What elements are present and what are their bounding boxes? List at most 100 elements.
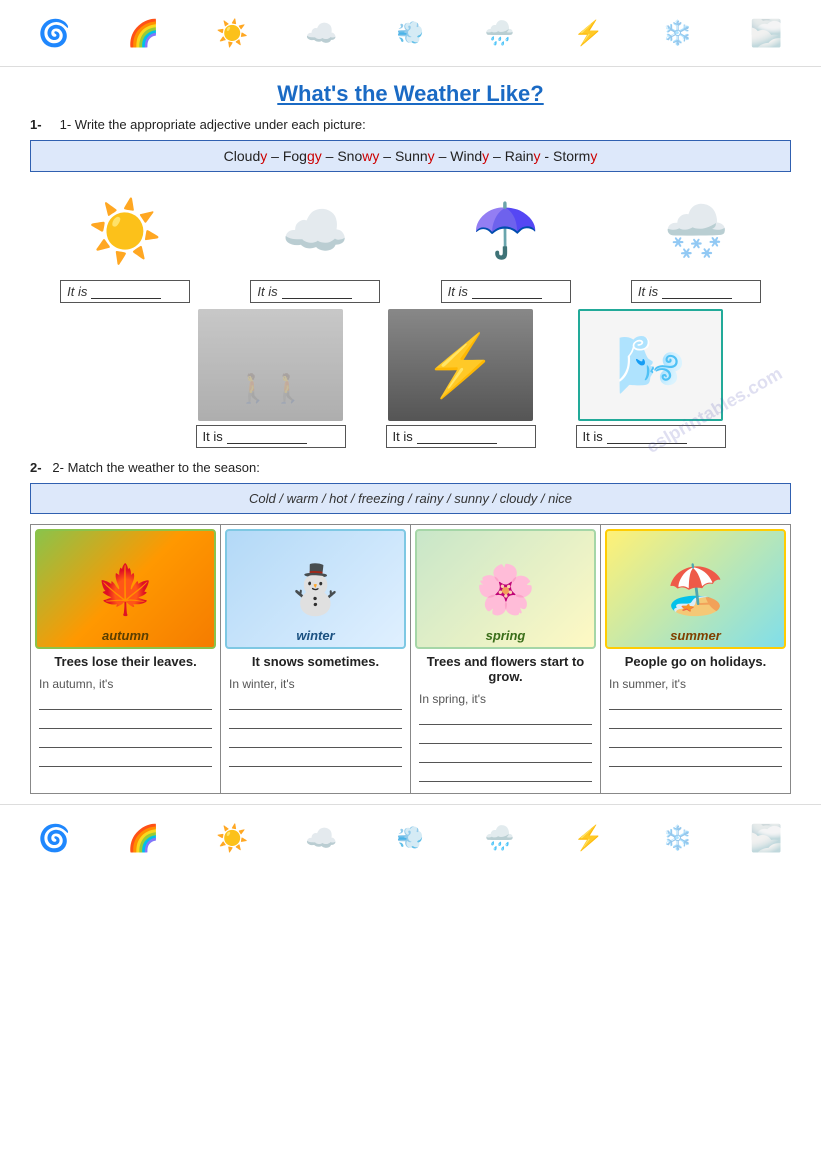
pic-cell-windy: 🌬️ It is (571, 309, 731, 448)
winter-desc: It snows sometimes. (225, 649, 406, 673)
spring-fill-line1 (419, 711, 592, 725)
footer-icon-rain: 🌧️ (470, 813, 530, 863)
it-is-label-7: It is (583, 429, 603, 444)
winter-fill-line1 (229, 696, 402, 710)
pic-cell-foggy: 🚶🚶 It is (191, 309, 351, 448)
header-icon-rain: 🌧️ (470, 8, 530, 58)
footer-weather-bar: 🌀 🌈 ☀️ ☁️ 💨 🌧️ ⚡ ❄️ 🌫️ (0, 804, 821, 871)
answer-box-snowy: It is (631, 280, 761, 303)
answer-box-sunny: It is (60, 280, 190, 303)
cloud-picture: ☁️ (282, 186, 349, 276)
header-icon-cloud: ☁️ (292, 8, 352, 58)
summer-fill: In summer, it's (605, 673, 786, 774)
section1-label: 1- 1- Write the appropriate adjective un… (30, 117, 791, 132)
season-cell-autumn: 🍁 autumn Trees lose their leaves. In aut… (31, 525, 221, 794)
footer-icon-rainbow: 🌈 (114, 813, 174, 863)
pic-cell-rainy: ☂️ It is (421, 186, 591, 303)
answer-box-windy: It is (576, 425, 726, 448)
summer-emoji: 🏖️ (666, 561, 726, 618)
spring-desc: Trees and flowers start to grow. (415, 649, 596, 688)
snow-cloud-picture: 🌨️ (664, 186, 729, 276)
footer-icon-cloud: ☁️ (292, 813, 352, 863)
spring-label: spring (417, 628, 594, 643)
header-icon-tornado: 🌫️ (737, 8, 797, 58)
header-icon-rainbow: 🌈 (114, 8, 174, 58)
answer-line-foggy (227, 430, 307, 444)
summer-image: 🏖️ summer (605, 529, 786, 649)
wb-sep4: – (439, 148, 451, 164)
it-is-label-4: It is (638, 284, 658, 299)
header-icon-wind: 💨 (381, 8, 441, 58)
spring-fill-label: In spring, it's (419, 692, 486, 706)
pic-cell-snowy: 🌨️ It is (611, 186, 781, 303)
wb-foggy: Foggy (283, 148, 322, 164)
summer-fill-line3 (609, 734, 782, 748)
season-cell-spring: 🌸 spring Trees and flowers start to grow… (411, 525, 601, 794)
autumn-emoji: 🍁 (96, 561, 156, 618)
answer-box-cloudy: It is (250, 280, 380, 303)
it-is-label-2: It is (257, 284, 277, 299)
spring-fill: In spring, it's (415, 688, 596, 789)
header-icon-spiral: 🌀 (25, 8, 85, 58)
winter-image: ⛄ winter (225, 529, 406, 649)
winter-emoji: ⛄ (286, 561, 346, 618)
wb-sep6: - (544, 148, 553, 164)
autumn-image: 🍁 autumn (35, 529, 216, 649)
winter-fill-line4 (229, 753, 402, 767)
it-is-label-3: It is (448, 284, 468, 299)
answer-box-foggy: It is (196, 425, 346, 448)
pictures-row1: ☀️ It is ☁️ It is ☂️ It is 🌨️ (30, 186, 791, 303)
summer-fill-label: In summer, it's (609, 677, 686, 691)
wb-snowy: Snowy (337, 148, 379, 164)
autumn-fill: In autumn, it's (35, 673, 216, 774)
winter-fill-line2 (229, 715, 402, 729)
spring-image: 🌸 spring (415, 529, 596, 649)
header-icon-lightning: ⚡ (559, 8, 619, 58)
footer-icon-snowflake: ❄️ (648, 813, 708, 863)
answer-line-stormy (417, 430, 497, 444)
autumn-fill-line3 (39, 734, 212, 748)
winter-fill: In winter, it's (225, 673, 406, 774)
autumn-fill-label: In autumn, it's (39, 677, 113, 691)
autumn-desc: Trees lose their leaves. (35, 649, 216, 673)
it-is-label-6: It is (393, 429, 413, 444)
autumn-fill-line2 (39, 715, 212, 729)
wb-sep2: – (326, 148, 338, 164)
wb-rainy: Rainy (505, 148, 541, 164)
footer-icon-lightning: ⚡ (559, 813, 619, 863)
answer-line-sunny (91, 285, 161, 299)
section2-number: 2- (30, 460, 42, 475)
word-bank-1: Cloudy – Foggy – Snowy – Sunny – Windy –… (30, 140, 791, 172)
autumn-fill-line4 (39, 753, 212, 767)
winter-fill-line3 (229, 734, 402, 748)
it-is-label-1: It is (67, 284, 87, 299)
answer-line-cloudy (282, 285, 352, 299)
summer-fill-line4 (609, 753, 782, 767)
pic-cell-stormy: ⚡ It is (381, 309, 541, 448)
main-content: 1- 1- Write the appropriate adjective un… (0, 117, 821, 794)
pic-cell-cloudy: ☁️ It is (230, 186, 400, 303)
sun-picture: ☀️ (88, 186, 163, 276)
wb-sep5: – (493, 148, 505, 164)
umbrella-picture: ☂️ (472, 186, 539, 276)
pic-cell-sunny: ☀️ It is (40, 186, 210, 303)
foggy-picture: 🚶🚶 (198, 309, 343, 421)
lightning-icon: ⚡ (423, 330, 498, 401)
wb-cloudy: Cloudy (224, 148, 268, 164)
section1-number: 1- (30, 117, 42, 132)
footer-icon-spiral: 🌀 (25, 813, 85, 863)
season-table: 🍁 autumn Trees lose their leaves. In aut… (30, 524, 791, 794)
it-is-label-5: It is (203, 429, 223, 444)
winter-fill-label: In winter, it's (229, 677, 295, 691)
pictures-row2: 🚶🚶 It is ⚡ It is 🌬️ It is (130, 309, 791, 448)
section2-instruction: 2- Match the weather to the season: (52, 460, 259, 475)
header-icon-sun: ☀️ (203, 8, 263, 58)
header-icon-snowflake: ❄️ (648, 8, 708, 58)
wb-stormy: Stormy (553, 148, 597, 164)
autumn-label: autumn (37, 628, 214, 643)
wb-sunny: Sunny (395, 148, 435, 164)
season-cell-winter: ⛄ winter It snows sometimes. In winter, … (221, 525, 411, 794)
summer-fill-line1 (609, 696, 782, 710)
page-title: What's the Weather Like? (0, 81, 821, 107)
summer-label: summer (607, 628, 784, 643)
